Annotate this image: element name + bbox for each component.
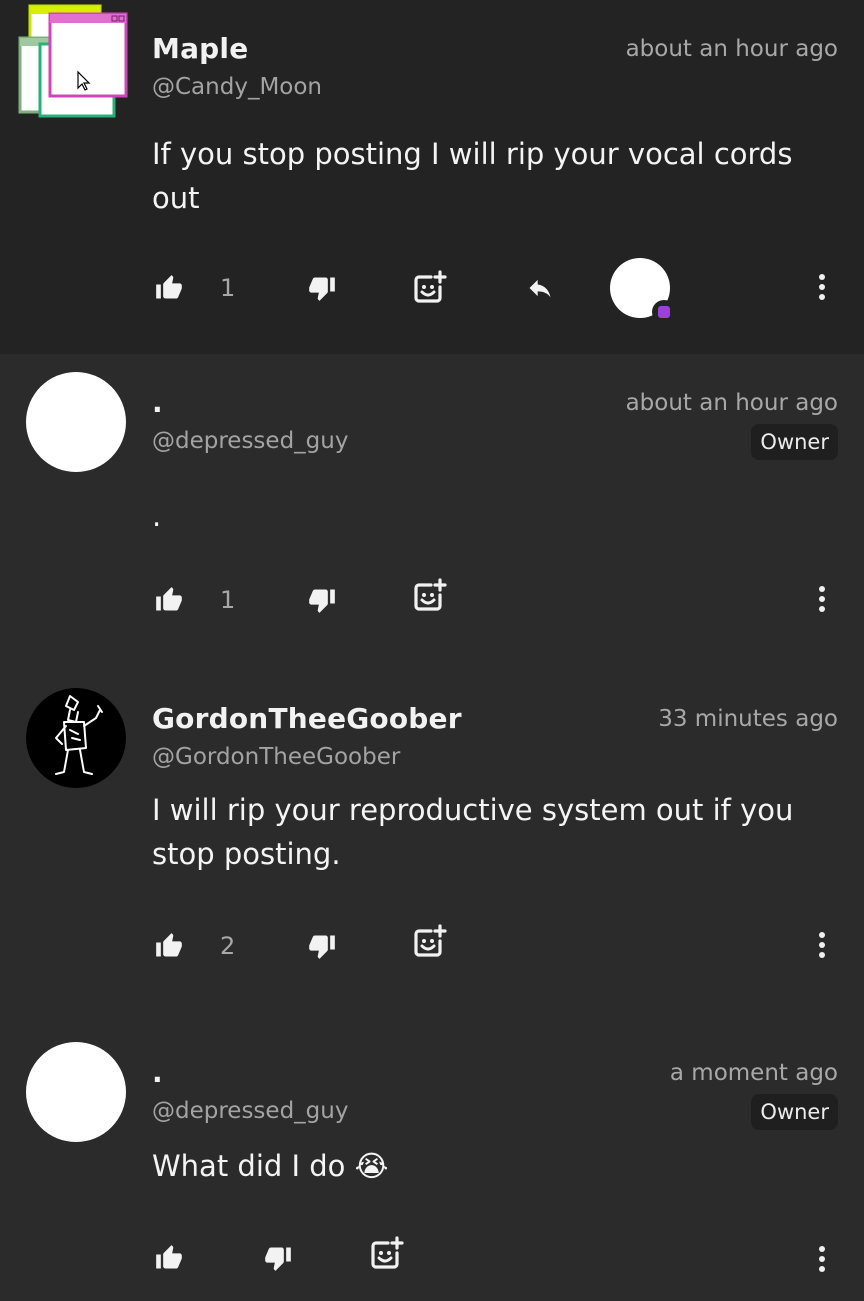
dislike-button[interactable] bbox=[308, 272, 336, 304]
creator-heart-mini-icon bbox=[652, 300, 676, 324]
avatar[interactable] bbox=[26, 1042, 126, 1142]
avatar[interactable] bbox=[18, 4, 130, 120]
add-reaction-button[interactable] bbox=[411, 270, 447, 304]
more-vertical-icon bbox=[819, 932, 825, 938]
add-reaction-icon bbox=[414, 270, 447, 303]
like-button[interactable] bbox=[155, 584, 183, 616]
gordon-drawing-avatar-icon bbox=[55, 695, 103, 775]
thumbs-down-icon bbox=[309, 935, 335, 959]
add-reaction-icon bbox=[414, 924, 447, 957]
more-vertical-icon bbox=[819, 274, 825, 280]
comment-timestamp[interactable]: a moment ago bbox=[670, 1060, 838, 1086]
comment-author[interactable]: . bbox=[152, 386, 163, 419]
dislike-button[interactable] bbox=[308, 584, 336, 616]
comment-handle[interactable]: @depressed_guy bbox=[152, 1098, 348, 1124]
comment-text: What did I do 😭 bbox=[152, 1149, 389, 1183]
comment-item: GordonTheeGoober @GordonTheeGoober 33 mi… bbox=[0, 670, 864, 1024]
thumbs-down-icon bbox=[309, 277, 335, 301]
dislike-button[interactable] bbox=[264, 1242, 292, 1274]
more-vertical-icon bbox=[819, 586, 825, 592]
avatar[interactable] bbox=[26, 372, 126, 472]
comment-handle[interactable]: @Candy_Moon bbox=[152, 74, 322, 100]
reply-button[interactable] bbox=[524, 272, 556, 304]
more-options-button[interactable] bbox=[816, 586, 828, 614]
avatar[interactable] bbox=[26, 688, 126, 788]
comment-author[interactable]: . bbox=[152, 1056, 163, 1089]
comment-item: . @depressed_guy about an hour ago Owner… bbox=[0, 354, 864, 670]
add-reaction-icon bbox=[371, 1236, 404, 1269]
comment-timestamp[interactable]: about an hour ago bbox=[626, 390, 838, 416]
comment-author[interactable]: GordonTheeGoober bbox=[152, 702, 462, 735]
creator-heart-badge bbox=[610, 258, 676, 324]
comment-item: . @depressed_guy a moment ago Owner What… bbox=[0, 1024, 864, 1301]
more-options-button[interactable] bbox=[816, 274, 828, 302]
like-count: 2 bbox=[220, 932, 236, 960]
add-reaction-button[interactable] bbox=[411, 578, 447, 612]
more-vertical-icon bbox=[819, 1246, 825, 1252]
add-reaction-button[interactable] bbox=[368, 1236, 404, 1270]
comment-timestamp[interactable]: about an hour ago bbox=[626, 36, 838, 62]
comment-timestamp[interactable]: 33 minutes ago bbox=[658, 706, 838, 732]
comment-handle[interactable]: @depressed_guy bbox=[152, 428, 348, 454]
more-options-button[interactable] bbox=[816, 1246, 828, 1274]
dislike-button[interactable] bbox=[308, 930, 336, 962]
thumbs-up-icon bbox=[156, 587, 182, 611]
owner-badge: Owner bbox=[751, 424, 838, 460]
thumbs-down-icon bbox=[309, 589, 335, 613]
like-count: 1 bbox=[220, 274, 236, 302]
owner-badge: Owner bbox=[751, 1094, 838, 1130]
like-button[interactable] bbox=[155, 930, 183, 962]
add-reaction-button[interactable] bbox=[411, 924, 447, 958]
comment-text: . bbox=[152, 499, 162, 533]
comment-text: I will rip your reproductive system out … bbox=[152, 793, 794, 871]
comment-handle[interactable]: @GordonTheeGoober bbox=[152, 744, 400, 770]
retro-windows-avatar-icon bbox=[18, 4, 128, 118]
comment-item: Maple @Candy_Moon about an hour ago If y… bbox=[0, 0, 864, 354]
thumbs-up-icon bbox=[156, 275, 182, 299]
reply-arrow-icon bbox=[529, 279, 551, 298]
thumbs-up-icon bbox=[156, 933, 182, 957]
comment-author[interactable]: Maple bbox=[152, 32, 248, 65]
add-reaction-icon bbox=[414, 578, 447, 611]
thumbs-up-icon bbox=[156, 1245, 182, 1269]
like-button[interactable] bbox=[155, 1242, 183, 1274]
like-button[interactable] bbox=[155, 272, 183, 304]
comment-text: If you stop posting I will rip your voca… bbox=[152, 137, 793, 215]
more-options-button[interactable] bbox=[816, 932, 828, 960]
thumbs-down-icon bbox=[265, 1247, 291, 1271]
like-count: 1 bbox=[220, 586, 236, 614]
